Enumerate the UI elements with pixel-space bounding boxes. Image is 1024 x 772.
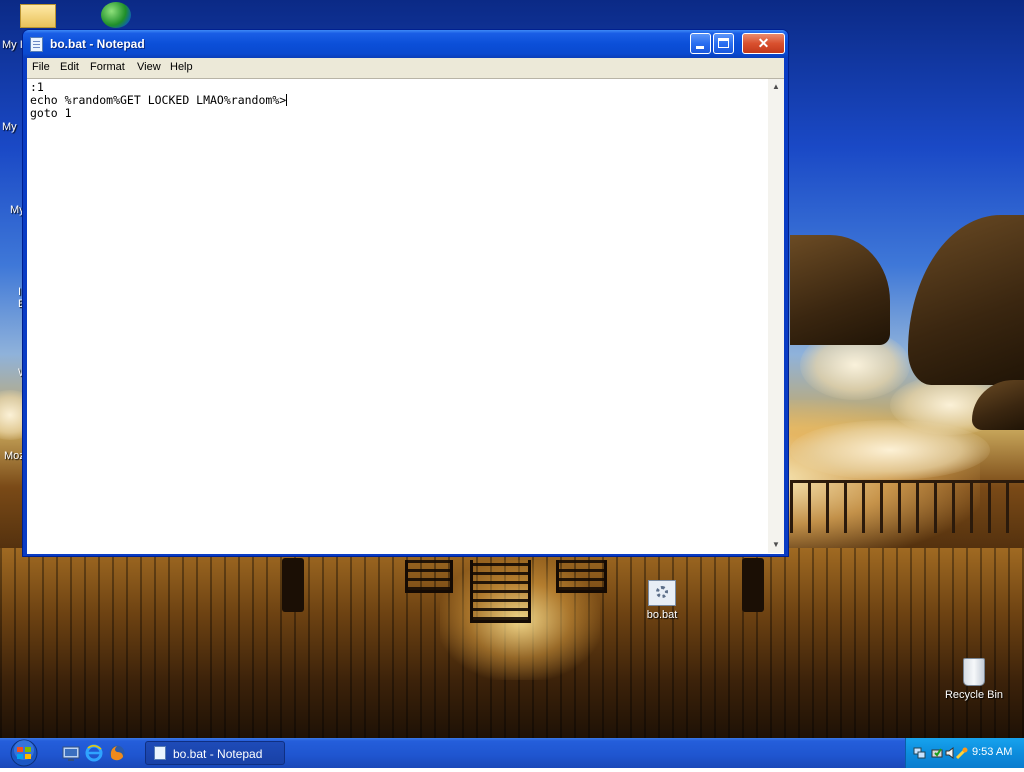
- show-desktop-icon[interactable]: [62, 744, 80, 762]
- desktop-label-fragment[interactable]: My I: [2, 39, 23, 51]
- menu-file[interactable]: File: [32, 61, 50, 73]
- vertical-scrollbar[interactable]: ▲ ▼: [768, 79, 784, 553]
- notepad-icon: [154, 746, 166, 760]
- scroll-up-icon[interactable]: ▲: [768, 79, 784, 95]
- maximize-button[interactable]: [713, 33, 734, 54]
- deck-chair: [405, 560, 453, 593]
- desktop-icon-network[interactable]: [98, 2, 134, 31]
- notepad-window[interactable]: bo.bat - Notepad ✕ File Edit Format View…: [22, 29, 789, 557]
- text-line: echo %random%GET LOCKED LMAO%random%>: [30, 93, 287, 107]
- text-editor[interactable]: :1 echo %random%GET LOCKED LMAO%random%> g…: [27, 78, 784, 554]
- desktop-label-fragment[interactable]: I: [18, 286, 21, 298]
- deck-post: [282, 558, 304, 612]
- window-title: bo.bat - Notepad: [50, 37, 145, 51]
- scroll-down-icon[interactable]: ▼: [768, 537, 784, 553]
- deck-railing: [790, 480, 1024, 533]
- batch-file-icon: [648, 580, 676, 606]
- cloud: [790, 420, 990, 480]
- thatched-roof: [790, 235, 890, 345]
- network-icon[interactable]: [913, 746, 927, 760]
- text-line: goto 1: [30, 106, 72, 120]
- menu-bar: File Edit Format View Help: [27, 58, 784, 78]
- desktop-label-fragment[interactable]: My: [2, 121, 17, 133]
- desktop-icon-label: bo.bat: [646, 609, 678, 621]
- desktop-icon-folder[interactable]: [20, 4, 56, 31]
- internet-explorer-icon[interactable]: [85, 744, 103, 762]
- desktop-icon-recycle-bin[interactable]: Recycle Bin: [939, 658, 1009, 701]
- close-icon: ✕: [757, 35, 770, 51]
- deck-post: [742, 558, 764, 612]
- deck-chair: [470, 560, 531, 623]
- close-button[interactable]: ✕: [742, 33, 785, 54]
- windows-logo-icon: [10, 739, 38, 767]
- title-bar[interactable]: bo.bat - Notepad ✕: [23, 30, 788, 58]
- menu-help[interactable]: Help: [170, 61, 193, 73]
- safely-remove-icon[interactable]: [930, 746, 944, 760]
- taskbar: bo.bat - Notepad 9:53 AM: [0, 738, 1024, 768]
- gear-icon: [656, 586, 668, 598]
- tool-icon[interactable]: [955, 746, 969, 760]
- maximize-icon: [718, 38, 729, 48]
- recycle-bin-icon: [963, 658, 985, 686]
- start-button[interactable]: [6, 739, 42, 767]
- text-caret: [286, 94, 288, 106]
- text-line-with-caret: echo %random%GET LOCKED LMAO%random%>: [30, 94, 765, 107]
- notepad-icon[interactable]: [30, 37, 43, 52]
- desktop-icon-label: Recycle Bin: [944, 689, 1004, 701]
- thatched-roof: [908, 215, 1024, 385]
- folder-icon: [20, 4, 56, 28]
- menu-format[interactable]: Format: [90, 61, 125, 73]
- minimize-icon: [696, 46, 704, 49]
- text-area[interactable]: :1 echo %random%GET LOCKED LMAO%random%> g…: [30, 81, 765, 551]
- taskbar-button-notepad[interactable]: bo.bat - Notepad: [145, 741, 285, 765]
- taskbar-button-label: bo.bat - Notepad: [173, 747, 263, 761]
- firefox-icon[interactable]: [108, 744, 126, 762]
- deck-chair: [556, 560, 607, 593]
- menu-view[interactable]: View: [137, 61, 161, 73]
- system-tray: 9:53 AM: [905, 738, 1024, 768]
- download-manager-icon: [101, 2, 131, 28]
- clock[interactable]: 9:53 AM: [972, 746, 1012, 758]
- minimize-button[interactable]: [690, 33, 711, 54]
- desktop-icon-bo-bat[interactable]: bo.bat: [627, 580, 697, 621]
- menu-edit[interactable]: Edit: [60, 61, 79, 73]
